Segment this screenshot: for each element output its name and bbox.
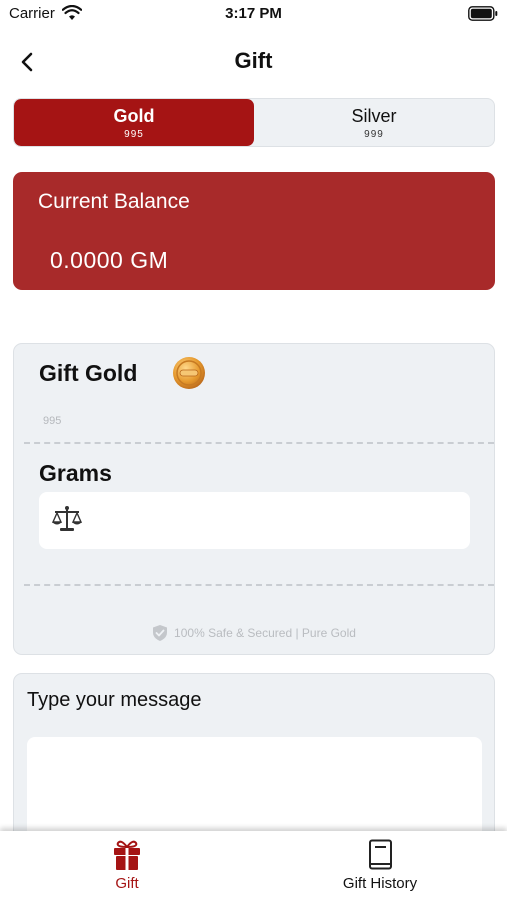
secure-note: 100% Safe & Secured | Pure Gold xyxy=(14,624,494,642)
tab-gift[interactable]: Gift xyxy=(78,839,176,892)
tab-gift-history[interactable]: Gift History xyxy=(330,839,430,892)
tab-gift-label: Gift xyxy=(115,875,139,892)
book-icon xyxy=(369,839,392,870)
balance-label: Current Balance xyxy=(38,190,190,213)
tab-silver[interactable]: Silver 999 xyxy=(254,99,494,146)
balance-value: 0.0000 GM xyxy=(50,247,169,273)
shield-check-icon xyxy=(153,625,168,641)
gift-icon xyxy=(114,840,140,870)
gift-purity: 995 xyxy=(43,415,62,427)
message-label: Type your message xyxy=(27,689,202,711)
gift-gold-title: Gift Gold xyxy=(39,360,138,386)
tab-gift-history-label: Gift History xyxy=(342,875,418,892)
battery-icon xyxy=(468,6,498,21)
tab-gold-label: Gold xyxy=(113,105,155,126)
tab-silver-purity: 999 xyxy=(364,128,384,140)
gift-gold-card: Gift Gold 995 Grams 100% Safe & Secured … xyxy=(13,343,495,655)
tab-gold-purity: 995 xyxy=(124,128,144,140)
page-title: Gift xyxy=(234,48,273,73)
secure-note-text: 100% Safe & Secured | Pure Gold xyxy=(174,626,356,640)
divider xyxy=(24,584,494,586)
gold-coin-icon xyxy=(173,357,205,389)
divider xyxy=(24,442,494,444)
bottom-tab-bar: Gift Gift History xyxy=(0,831,507,900)
status-time: 3:17 PM xyxy=(225,5,282,22)
grams-input[interactable] xyxy=(39,492,470,549)
grams-label: Grams xyxy=(39,460,112,486)
metal-selector: Gold 995 Silver 999 xyxy=(13,98,495,147)
message-card: Type your message xyxy=(13,673,495,847)
tab-silver-label: Silver xyxy=(351,105,397,126)
tab-gold[interactable]: Gold 995 xyxy=(14,99,254,146)
balance-card: Current Balance 0.0000 GM xyxy=(13,172,495,290)
scale-icon xyxy=(51,506,83,531)
status-bar: Carrier 3:17 PM xyxy=(0,0,507,28)
